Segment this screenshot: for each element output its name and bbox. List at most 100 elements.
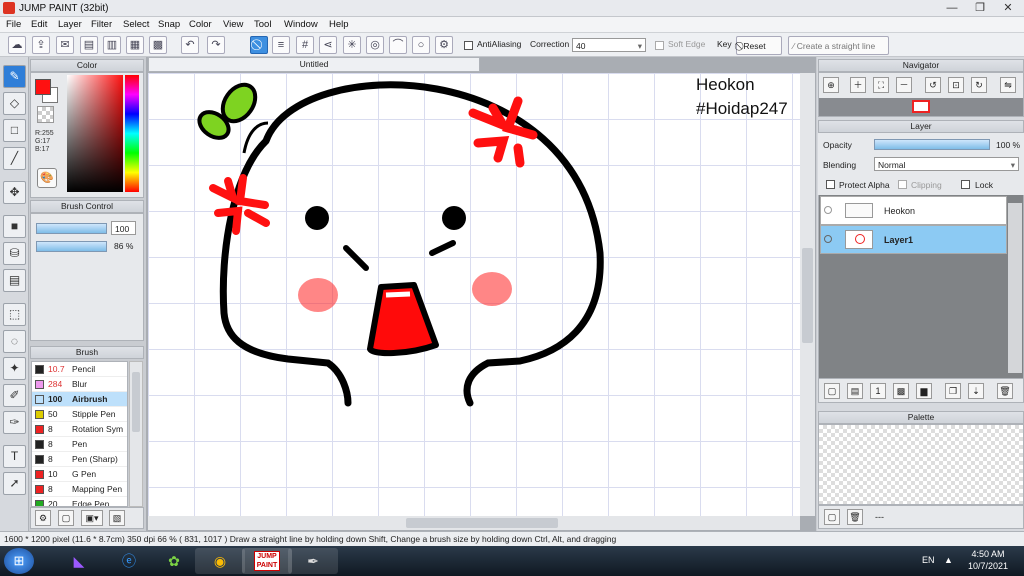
- bucket-tool-icon[interactable]: ⛁: [3, 242, 26, 265]
- menu-color[interactable]: Color: [189, 19, 212, 30]
- minimize-button[interactable]: —: [938, 0, 966, 16]
- blending-select[interactable]: Normal ▾: [874, 157, 1019, 171]
- zoom-fit-icon[interactable]: ⛶: [873, 77, 889, 93]
- canvas-horizontal-scrollbar[interactable]: [148, 516, 800, 530]
- layer-row-heokon[interactable]: Heokon: [820, 196, 1007, 225]
- menu-edit[interactable]: Edit: [31, 19, 47, 30]
- layer-list-scrollbar[interactable]: [1008, 203, 1022, 373]
- palette-picker-icon[interactable]: 🎨: [37, 168, 57, 188]
- layer-opacity-slider[interactable]: [874, 139, 990, 150]
- navigator-preview[interactable]: [819, 98, 1023, 116]
- menu-window[interactable]: Window: [284, 19, 318, 30]
- brush-item[interactable]: 10 G Pen: [32, 467, 127, 482]
- menu-view[interactable]: View: [223, 19, 243, 30]
- layer-row-layer1[interactable]: Layer1: [820, 225, 1007, 254]
- brush-item[interactable]: 284 Blur: [32, 377, 127, 392]
- rotate-right-icon[interactable]: ↻: [971, 77, 987, 93]
- comment-icon[interactable]: ✉: [56, 36, 74, 54]
- brush-item[interactable]: 20 Edge Pen: [32, 497, 127, 506]
- brush-item[interactable]: 8 Rotation Sym: [32, 422, 127, 437]
- fill-rect-tool-icon[interactable]: ■: [3, 215, 26, 238]
- brush-item[interactable]: 8 Pen (Sharp): [32, 452, 127, 467]
- flip-icon[interactable]: ⇋: [1000, 77, 1016, 93]
- menu-tool[interactable]: Tool: [254, 19, 271, 30]
- menu-file[interactable]: File: [6, 19, 21, 30]
- text-tool-icon[interactable]: T: [3, 445, 26, 468]
- brush-delete-icon[interactable]: ▧: [109, 510, 125, 526]
- select-eraser-icon[interactable]: ✑: [3, 411, 26, 434]
- jump-paint-taskbar-icon[interactable]: JUMP PAINT: [242, 548, 292, 574]
- zoom-actual-icon[interactable]: ⊕: [823, 77, 839, 93]
- drawing-canvas[interactable]: Heokon #Hoidap247: [148, 73, 800, 516]
- lock-checkbox[interactable]: [961, 180, 970, 189]
- memo-icon[interactable]: ▤: [80, 36, 98, 54]
- menu-filter[interactable]: Filter: [91, 19, 112, 30]
- palette-panel[interactable]: [818, 424, 1024, 505]
- operation-tool-icon[interactable]: ➚: [3, 472, 26, 495]
- rect-tool-icon[interactable]: □: [3, 119, 26, 142]
- brush-item[interactable]: 8 Pen: [32, 437, 127, 452]
- hue-slider[interactable]: [125, 75, 139, 192]
- snap-curve-icon[interactable]: ⌒: [389, 36, 407, 54]
- snap-circle-icon[interactable]: ◎: [366, 36, 384, 54]
- move-tool-icon[interactable]: ✥: [3, 181, 26, 204]
- brush-list-scrollbar[interactable]: [129, 361, 143, 507]
- brush-tool-icon[interactable]: ✎: [3, 65, 26, 88]
- zoom-in-icon[interactable]: ＋: [850, 77, 866, 93]
- chrome-icon[interactable]: ◉: [195, 548, 245, 574]
- canvas-vertical-scrollbar[interactable]: [800, 73, 815, 516]
- snap-off-icon[interactable]: ⃠: [250, 36, 268, 54]
- soft-edge-checkbox[interactable]: [655, 41, 664, 50]
- delete-palette-icon[interactable]: 🗑: [847, 509, 863, 525]
- layer-visibility-icon[interactable]: [824, 206, 832, 214]
- brush-copy-icon[interactable]: ▣▾: [81, 510, 103, 526]
- brush-size-value[interactable]: 100: [111, 221, 136, 235]
- brush-opacity-slider[interactable]: [36, 241, 107, 252]
- visual-studio-icon[interactable]: ◣: [54, 548, 104, 574]
- undo-icon[interactable]: ↶: [181, 36, 199, 54]
- layer-visibility-icon[interactable]: [824, 235, 832, 243]
- snap-parallel-icon[interactable]: ≡: [272, 36, 290, 54]
- snap-settings-icon[interactable]: ⚙: [435, 36, 453, 54]
- snap-ellipse-icon[interactable]: ○: [412, 36, 430, 54]
- line-tool-icon[interactable]: ╱: [3, 147, 26, 170]
- new-layer-icon[interactable]: ▢: [824, 383, 840, 399]
- internet-explorer-icon[interactable]: ⓔ: [104, 548, 154, 574]
- magic-wand-icon[interactable]: ✦: [3, 357, 26, 380]
- language-indicator[interactable]: EN: [922, 555, 935, 565]
- menu-help[interactable]: Help: [329, 19, 349, 30]
- tray-chevron-icon[interactable]: ▲: [944, 555, 953, 565]
- rotate-reset-icon[interactable]: ⊡: [948, 77, 964, 93]
- upload-icon[interactable]: ⇪: [32, 36, 50, 54]
- snap-cross-icon[interactable]: #: [296, 36, 314, 54]
- straight-line-button[interactable]: ⁄ Create a straight line: [788, 36, 889, 55]
- eraser-tool-icon[interactable]: ◇: [3, 92, 26, 115]
- page-icon[interactable]: ▥: [103, 36, 121, 54]
- brush-item[interactable]: 10.7 Pencil: [32, 362, 127, 377]
- delete-layer-icon[interactable]: 🗑: [997, 383, 1013, 399]
- new-halftone-layer-icon[interactable]: ▤: [847, 383, 863, 399]
- clock[interactable]: 4:50 AM 10/7/2021: [958, 548, 1018, 572]
- menu-layer[interactable]: Layer: [58, 19, 82, 30]
- new-folder-icon[interactable]: ▆: [916, 383, 932, 399]
- correction-select[interactable]: 40 ▾: [572, 38, 646, 52]
- snap-radial-icon[interactable]: ✳: [343, 36, 361, 54]
- clipping-checkbox[interactable]: [898, 180, 907, 189]
- duplicate-layer-icon[interactable]: ❐: [945, 383, 961, 399]
- color-gradient-picker[interactable]: [67, 75, 123, 192]
- menu-select[interactable]: Select: [123, 19, 149, 30]
- brush-item[interactable]: 50 Stipple Pen: [32, 407, 127, 422]
- transparent-color-swatch[interactable]: [37, 106, 54, 123]
- canvas-tab[interactable]: Untitled: [148, 57, 480, 72]
- brush-item-selected[interactable]: 100 Airbrush: [32, 392, 127, 407]
- protect-alpha-checkbox[interactable]: [826, 180, 835, 189]
- menu-snap[interactable]: Snap: [158, 19, 180, 30]
- maximize-button[interactable]: ❐: [966, 0, 994, 16]
- gradient-tool-icon[interactable]: ▤: [3, 269, 26, 292]
- brush-settings-icon[interactable]: ⚙: [35, 510, 51, 526]
- rotate-left-icon[interactable]: ↺: [925, 77, 941, 93]
- paint-tool-icon[interactable]: ✒: [288, 548, 338, 574]
- antialias-checkbox[interactable]: [464, 41, 473, 50]
- new-brush-icon[interactable]: ▢: [58, 510, 74, 526]
- merge-layer-icon[interactable]: ⇣: [968, 383, 984, 399]
